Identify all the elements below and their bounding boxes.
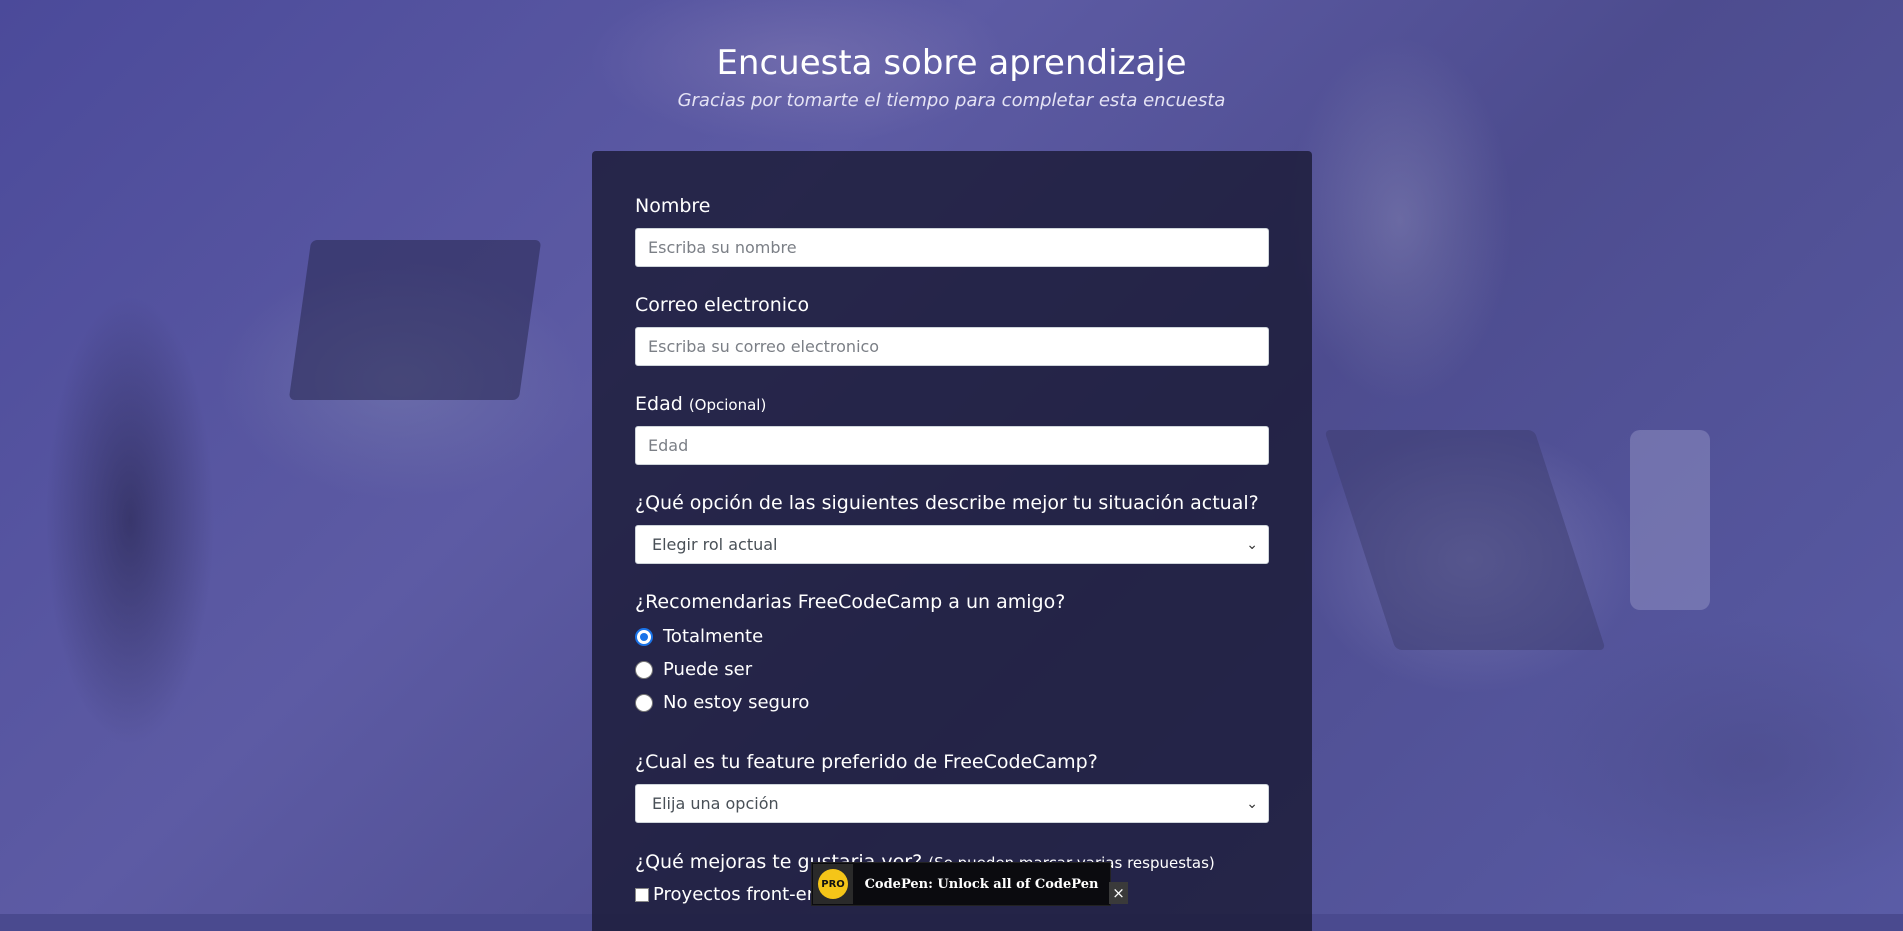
improvements-option-frontend[interactable]: Proyectos front-en bbox=[635, 884, 818, 905]
pro-badge-text: PRO bbox=[818, 869, 848, 899]
age-label: Edad (Opcional) bbox=[635, 393, 766, 415]
age-input[interactable] bbox=[635, 426, 1269, 465]
feature-label: ¿Cual es tu feature preferido de FreeCod… bbox=[635, 751, 1098, 773]
email-field-wrap bbox=[635, 327, 1269, 366]
role-label: ¿Qué opción de las siguientes describe m… bbox=[635, 492, 1259, 514]
recommend-option-label: No estoy seguro bbox=[663, 692, 810, 713]
radio-button[interactable] bbox=[635, 660, 653, 679]
recommend-option-label: Puede ser bbox=[663, 659, 753, 680]
role-select-value: Elegir rol actual bbox=[652, 535, 778, 554]
background-glass bbox=[1630, 430, 1710, 610]
background-laptop-right bbox=[1324, 430, 1606, 650]
page-title: Encuesta sobre aprendizaje bbox=[716, 43, 1187, 83]
recommend-option-no-estoy-seguro[interactable]: No estoy seguro bbox=[635, 692, 809, 713]
recommend-option-totalmente[interactable]: Totalmente bbox=[635, 626, 763, 647]
feature-select-value: Elija una opción bbox=[652, 794, 779, 813]
checkbox[interactable] bbox=[635, 887, 649, 902]
age-field-wrap bbox=[635, 426, 1269, 465]
codepen-promo-banner[interactable]: PRO CodePen: Unlock all of CodePen bbox=[811, 862, 1111, 906]
chevron-down-icon: ⌄ bbox=[1246, 795, 1258, 812]
survey-header: Encuesta sobre aprendizaje Gracias por t… bbox=[0, 42, 1903, 111]
chevron-down-icon: ⌄ bbox=[1246, 536, 1258, 553]
email-label: Correo electronico bbox=[635, 294, 810, 316]
role-field-wrap: Elegir rol actual ⌄ bbox=[635, 525, 1269, 564]
background-laptop-left bbox=[288, 240, 542, 400]
feature-select[interactable]: Elija una opción ⌄ bbox=[635, 784, 1269, 823]
role-select[interactable]: Elegir rol actual ⌄ bbox=[635, 525, 1269, 564]
recommend-option-label: Totalmente bbox=[663, 626, 764, 647]
radio-button[interactable] bbox=[635, 693, 653, 712]
name-label: Nombre bbox=[635, 195, 711, 217]
improvements-option-label: Proyectos front-en bbox=[653, 884, 819, 905]
name-field-wrap bbox=[635, 228, 1269, 267]
recommend-label: ¿Recomendarias FreeCodeCamp a un amigo? bbox=[635, 591, 1066, 613]
name-input[interactable] bbox=[635, 228, 1269, 267]
email-input[interactable] bbox=[635, 327, 1269, 366]
age-label-text: Edad bbox=[635, 393, 683, 415]
radio-button-checked[interactable] bbox=[635, 627, 653, 646]
pro-badge-icon: PRO bbox=[813, 864, 853, 904]
page-description: Gracias por tomarte el tiempo para compl… bbox=[677, 90, 1226, 111]
age-label-note: (Opcional) bbox=[688, 396, 767, 414]
codepen-banner-text[interactable]: CodePen: Unlock all of CodePen bbox=[853, 877, 1110, 892]
feature-field-wrap: Elija una opción ⌄ bbox=[635, 784, 1269, 823]
recommend-option-puede-ser[interactable]: Puede ser bbox=[635, 659, 752, 680]
close-icon[interactable]: × bbox=[1109, 882, 1128, 904]
